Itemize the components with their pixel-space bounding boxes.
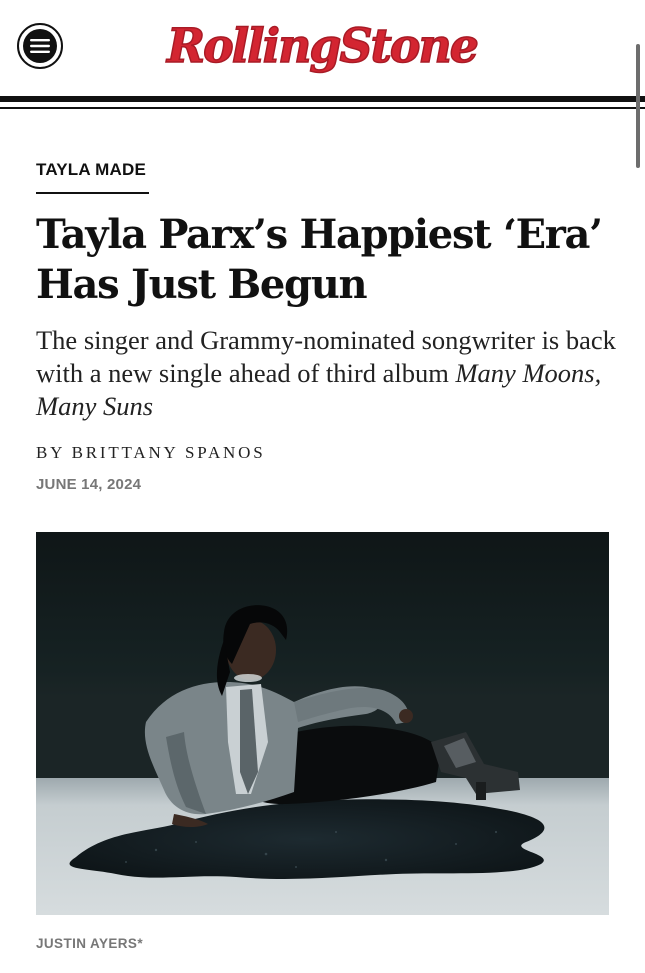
- rolling-stone-logo[interactable]: RollingStone: [160, 6, 485, 88]
- hero-photo: [36, 532, 609, 915]
- header-divider-thick: [0, 96, 645, 102]
- site-header: RollingStone: [0, 0, 645, 112]
- menu-button[interactable]: [17, 23, 63, 69]
- article-dek: The singer and Grammy-nominated songwrit…: [36, 324, 621, 423]
- article-byline[interactable]: BY BRITTANY SPANOS: [36, 443, 265, 463]
- logo-text: RollingStone: [165, 19, 477, 74]
- photo-credit: JUSTIN AYERS*: [36, 936, 143, 951]
- hamburger-menu-icon: [23, 29, 57, 63]
- article-date: JUNE 14, 2024: [36, 476, 142, 493]
- article-kicker-link[interactable]: TAYLA MADE: [36, 160, 149, 194]
- article-title: Tayla Parx’s Happiest ‘Era’ Has Just Beg…: [36, 211, 603, 308]
- page-scrollbar[interactable]: [636, 44, 640, 168]
- header-divider-thin: [0, 107, 645, 109]
